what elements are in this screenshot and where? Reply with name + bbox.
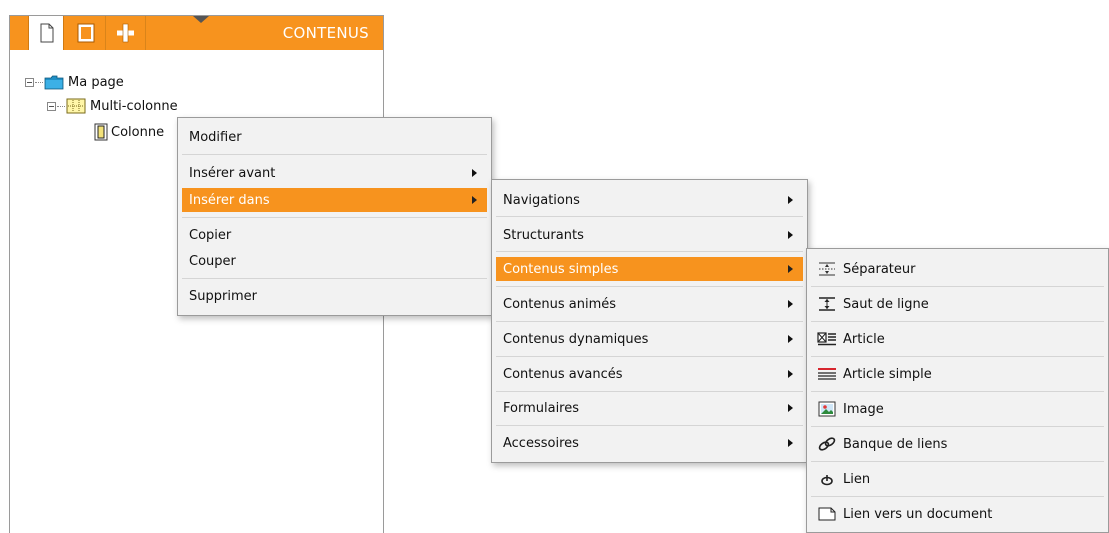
- tree-node-root[interactable]: Ma page: [25, 72, 124, 92]
- link-bank-icon: [818, 437, 836, 451]
- menu-item-article[interactable]: Article: [811, 327, 1104, 351]
- menu-item-separator[interactable]: Séparateur: [811, 257, 1104, 281]
- menu-divider: [811, 391, 1104, 392]
- tree-label-column: Colonne: [111, 124, 165, 140]
- submenu-simple-contents: Séparateur Saut de ligne Article Article…: [806, 248, 1109, 533]
- menu-item-animated-contents[interactable]: Contenus animés: [496, 292, 803, 316]
- line-break-icon: [819, 297, 835, 311]
- menu-item-insert-before[interactable]: Insérer avant: [182, 161, 487, 185]
- menu-item-image[interactable]: Image: [811, 397, 1104, 421]
- column-icon: [94, 123, 108, 141]
- collapse-toggle-icon[interactable]: [25, 77, 34, 87]
- menu-divider: [496, 251, 803, 252]
- menu-item-line-break[interactable]: Saut de ligne: [811, 292, 1104, 316]
- menu-item-copy[interactable]: Copier: [182, 223, 487, 247]
- menu-item-navigations[interactable]: Navigations: [496, 188, 803, 212]
- menu-divider: [182, 217, 487, 218]
- submenu-arrow-icon: [472, 196, 477, 204]
- menu-item-forms[interactable]: Formulaires: [496, 396, 803, 420]
- menu-divider: [496, 356, 803, 357]
- article-icon: [817, 332, 836, 346]
- submenu-arrow-icon: [788, 370, 793, 378]
- link-icon: [821, 475, 833, 486]
- frame-icon: [77, 23, 95, 43]
- menu-divider: [811, 321, 1104, 322]
- menu-item-modifier[interactable]: Modifier: [182, 125, 487, 149]
- menu-divider: [811, 356, 1104, 357]
- menu-divider: [496, 216, 803, 217]
- tab-page[interactable]: [28, 16, 64, 50]
- submenu-categories: Navigations Structurants Contenus simple…: [491, 179, 808, 463]
- header-caret-icon[interactable]: [193, 16, 209, 23]
- menu-item-simple-contents[interactable]: Contenus simples: [496, 257, 803, 281]
- menu-item-delete[interactable]: Supprimer: [182, 284, 487, 308]
- submenu-arrow-icon: [788, 196, 793, 204]
- submenu-arrow-icon: [788, 335, 793, 343]
- tree-node-column[interactable]: Colonne: [94, 122, 164, 142]
- menu-divider: [496, 286, 803, 287]
- menu-item-simple-article[interactable]: Article simple: [811, 362, 1104, 386]
- tab-add[interactable]: [106, 16, 146, 50]
- menu-divider: [811, 426, 1104, 427]
- context-menu: Modifier Insérer avant Insérer dans Copi…: [177, 117, 492, 316]
- menu-item-cut[interactable]: Couper: [182, 249, 487, 273]
- menu-divider: [496, 425, 803, 426]
- menu-divider: [496, 321, 803, 322]
- menu-divider: [811, 461, 1104, 462]
- menu-divider: [811, 496, 1104, 497]
- plus-icon: [117, 23, 134, 43]
- tree-label-multicolumn: Multi-colonne: [90, 98, 178, 114]
- panel-title: CONTENUS: [282, 24, 369, 42]
- submenu-arrow-icon: [472, 169, 477, 177]
- menu-divider: [182, 154, 487, 155]
- page-icon: [40, 23, 54, 43]
- tree-label-root: Ma page: [68, 74, 124, 90]
- simple-article-icon: [818, 368, 836, 380]
- tab-frame[interactable]: [66, 16, 106, 50]
- menu-divider: [811, 286, 1104, 287]
- menu-item-document-link[interactable]: Lien vers un document: [811, 502, 1104, 526]
- submenu-arrow-icon: [788, 300, 793, 308]
- tree-node-multicolumn[interactable]: Multi-colonne: [47, 96, 178, 116]
- document-icon: [818, 507, 836, 521]
- menu-item-structurants[interactable]: Structurants: [496, 223, 803, 247]
- menu-item-insert-into[interactable]: Insérer dans: [182, 188, 487, 212]
- collapse-toggle-icon[interactable]: [47, 101, 56, 111]
- submenu-arrow-icon: [788, 265, 793, 273]
- submenu-arrow-icon: [788, 439, 793, 447]
- menu-divider: [496, 391, 803, 392]
- menu-item-dynamic-contents[interactable]: Contenus dynamiques: [496, 327, 803, 351]
- submenu-arrow-icon: [788, 404, 793, 412]
- folder-icon: [44, 75, 64, 89]
- menu-divider: [182, 278, 487, 279]
- grid-icon: [66, 98, 86, 114]
- menu-item-link-bank[interactable]: Banque de liens: [811, 432, 1104, 456]
- menu-item-accessories[interactable]: Accessoires: [496, 431, 803, 455]
- submenu-arrow-icon: [788, 231, 793, 239]
- panel-header: CONTENUS: [10, 16, 383, 50]
- image-icon: [818, 401, 836, 417]
- menu-item-link[interactable]: Lien: [811, 467, 1104, 491]
- menu-item-advanced-contents[interactable]: Contenus avancés: [496, 362, 803, 386]
- separator-icon: [819, 262, 835, 276]
